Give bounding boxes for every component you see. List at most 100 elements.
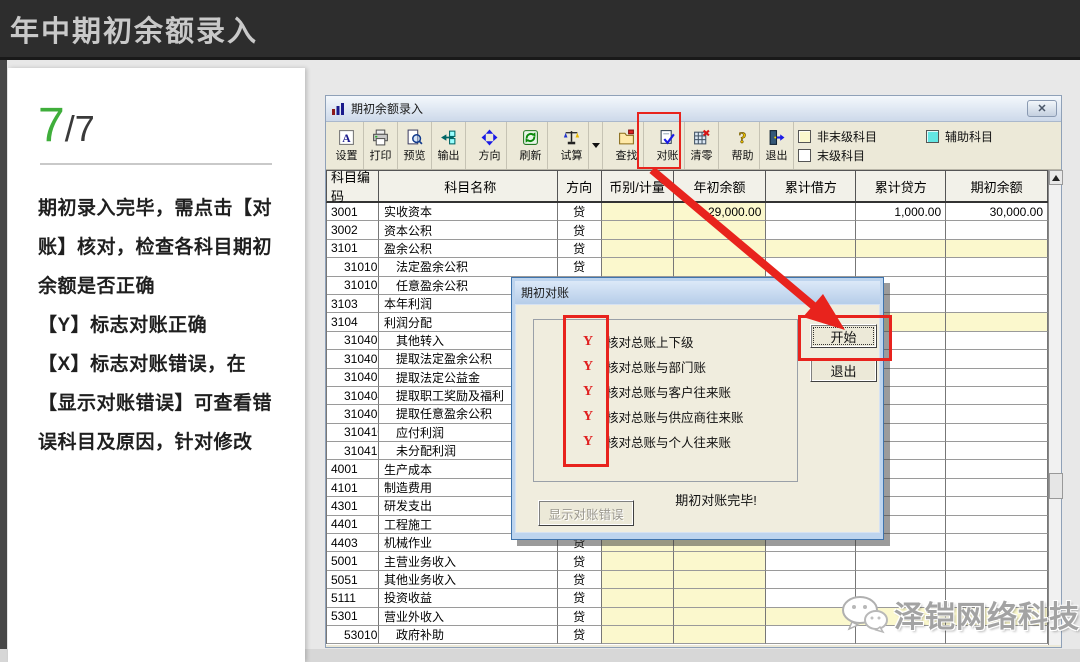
table-cell[interactable] [766,221,856,239]
table-cell[interactable] [602,589,674,607]
table-cell[interactable]: 营业外收入 [379,608,558,626]
table-cell[interactable] [602,258,674,276]
show-errors-button[interactable]: 显示对账错误 [538,500,634,526]
table-cell[interactable] [674,626,767,644]
table-cell[interactable]: 29,000.00 [674,203,767,221]
table-cell[interactable]: 投资收益 [379,589,558,607]
table-cell[interactable] [674,571,767,589]
table-cell[interactable]: 4301 [327,497,379,515]
table-cell[interactable] [946,442,1048,460]
table-cell[interactable] [602,240,674,258]
preview-button[interactable]: 预览 [398,122,432,169]
table-cell[interactable] [674,552,767,570]
table-cell[interactable]: 530101 [327,626,379,644]
table-cell[interactable]: 310415 [327,442,379,460]
table-cell[interactable]: 4403 [327,534,379,552]
table-cell[interactable]: 贷 [558,221,602,239]
table-cell[interactable] [856,240,946,258]
table-cell[interactable]: 310401 [327,332,379,350]
table-cell[interactable]: 4101 [327,479,379,497]
table-cell[interactable]: 5051 [327,571,379,589]
table-cell[interactable] [946,516,1048,534]
table-cell[interactable] [602,626,674,644]
table-cell[interactable] [856,221,946,239]
help-button[interactable]: ?帮助 [726,122,760,169]
table-cell[interactable]: 3101 [327,240,379,258]
table-cell[interactable] [674,608,767,626]
table-cell[interactable]: 4401 [327,516,379,534]
table-cell[interactable]: 贷 [558,589,602,607]
table-cell[interactable]: 30,000.00 [946,203,1048,221]
table-cell[interactable] [602,552,674,570]
table-cell[interactable] [946,552,1048,570]
table-cell[interactable] [674,240,767,258]
table-cell[interactable]: 贷 [558,608,602,626]
table-cell[interactable]: 贷 [558,240,602,258]
table-cell[interactable]: 实收资本 [379,203,558,221]
table-cell[interactable]: 贷 [558,626,602,644]
table-cell[interactable]: 4001 [327,460,379,478]
table-cell[interactable]: 1,000.00 [856,203,946,221]
table-cell[interactable] [946,277,1048,295]
table-cell[interactable] [674,258,767,276]
scrollbar-thumb[interactable] [1049,473,1063,499]
scroll-up-button[interactable] [1049,170,1063,185]
table-cell[interactable] [856,258,946,276]
table-cell[interactable]: 贷 [558,571,602,589]
table-cell[interactable]: 5111 [327,589,379,607]
direction-button[interactable]: 方向 [473,122,507,169]
table-cell[interactable] [946,424,1048,442]
table-cell[interactable] [946,240,1048,258]
table-cell[interactable]: 3104 [327,313,379,331]
trial-balance-button[interactable]: 试算 [555,122,589,169]
exit-button[interactable]: 退出 [760,122,794,169]
table-cell[interactable] [602,571,674,589]
table-cell[interactable] [946,221,1048,239]
table-cell[interactable] [856,552,946,570]
table-cell[interactable] [946,460,1048,478]
table-cell[interactable]: 法定盈余公积 [379,258,558,276]
table-cell[interactable]: 310101 [327,258,379,276]
table-cell[interactable]: 310403 [327,369,379,387]
table-cell[interactable] [946,534,1048,552]
table-cell[interactable] [946,350,1048,368]
table-cell[interactable]: 5001 [327,552,379,570]
table-cell[interactable] [602,203,674,221]
table-cell[interactable] [602,608,674,626]
table-cell[interactable]: 其他业务收入 [379,571,558,589]
table-cell[interactable]: 310404 [327,387,379,405]
table-cell[interactable] [766,240,856,258]
table-cell[interactable] [602,221,674,239]
close-button[interactable]: ✕ [1027,100,1057,117]
table-cell[interactable]: 310102 [327,277,379,295]
table-cell[interactable]: 3001 [327,203,379,221]
table-cell[interactable]: 310402 [327,350,379,368]
table-cell[interactable] [856,571,946,589]
clear-button[interactable]: 清零 [685,122,719,169]
table-cell[interactable] [946,479,1048,497]
table-cell[interactable] [946,497,1048,515]
table-cell[interactable] [946,369,1048,387]
table-cell[interactable]: 盈余公积 [379,240,558,258]
table-cell[interactable]: 310409 [327,405,379,423]
table-cell[interactable]: 贷 [558,258,602,276]
table-cell[interactable]: 贷 [558,203,602,221]
table-cell[interactable] [766,203,856,221]
table-cell[interactable] [946,571,1048,589]
table-cell[interactable]: 3002 [327,221,379,239]
table-cell[interactable] [946,313,1048,331]
table-cell[interactable]: 5301 [327,608,379,626]
table-cell[interactable] [946,405,1048,423]
table-cell[interactable]: 3103 [327,295,379,313]
table-cell[interactable]: 310410 [327,424,379,442]
table-cell[interactable]: 主营业务收入 [379,552,558,570]
table-cell[interactable] [946,387,1048,405]
table-cell[interactable]: 资本公积 [379,221,558,239]
table-cell[interactable] [674,589,767,607]
refresh-button[interactable]: 刷新 [514,122,548,169]
print-button[interactable]: 打印 [364,122,398,169]
table-cell[interactable]: 政府补助 [379,626,558,644]
vertical-scrollbar[interactable] [1048,170,1061,645]
table-cell[interactable] [946,332,1048,350]
trial-balance-dropdown-button[interactable] [589,122,603,169]
